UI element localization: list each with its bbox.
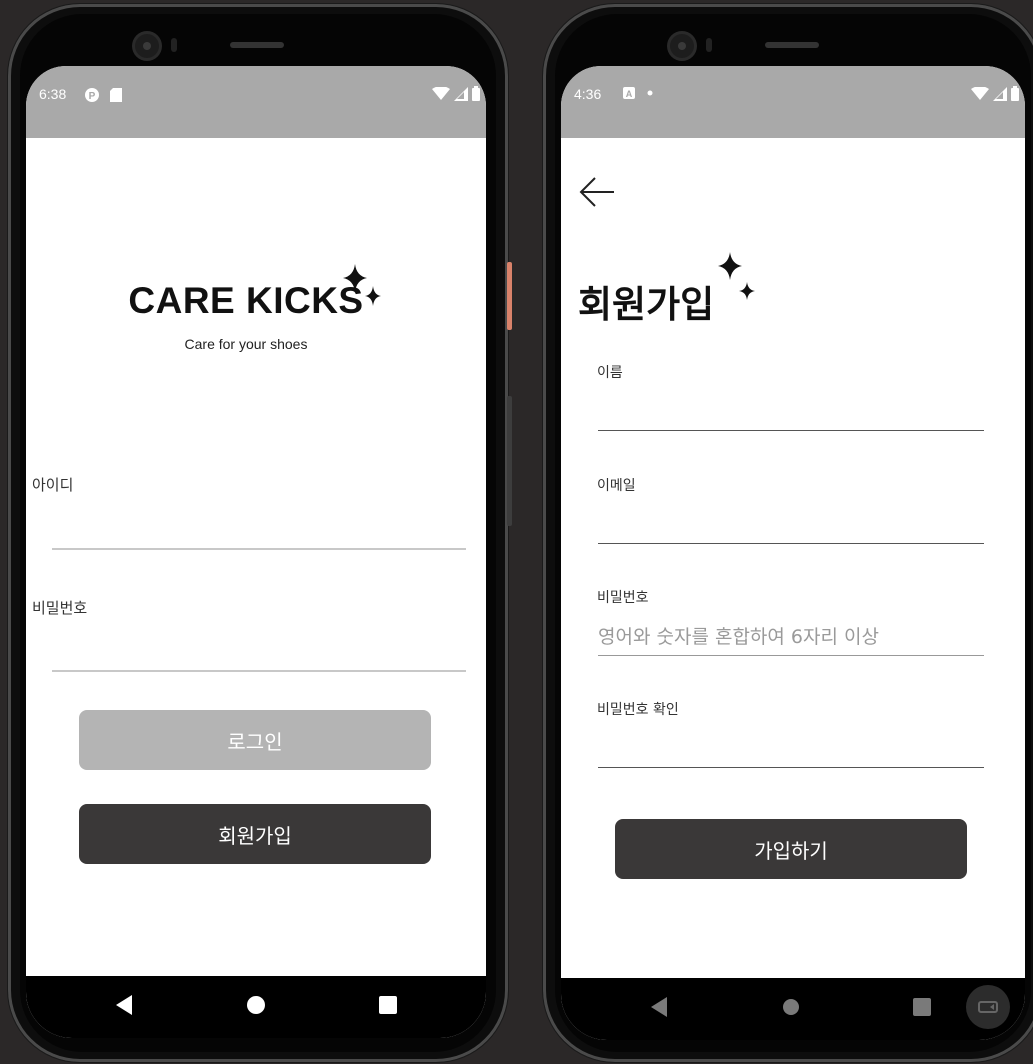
password-input-underline <box>52 670 466 672</box>
signal-icon <box>993 86 1007 101</box>
rotate-button[interactable] <box>966 985 1010 1029</box>
app-notification-icon: P <box>85 88 99 102</box>
notification-icons: A <box>623 87 655 99</box>
navigation-bar <box>561 978 1025 1040</box>
brand-tagline: Care for your shoes <box>184 336 308 352</box>
signup-screen: 4:36 A 회원가입 이름 이메일 비밀번호 영어와 숫자를 혼합하여 6자리… <box>561 66 1025 1040</box>
password-confirm-input-underline <box>598 767 984 768</box>
side-button-accent <box>507 262 512 330</box>
front-camera <box>670 34 694 58</box>
nav-recents-icon[interactable] <box>379 996 397 1014</box>
app-notification-icon: A <box>623 87 635 99</box>
nav-back-icon[interactable] <box>649 996 669 1018</box>
password-label: 비밀번호 <box>597 590 649 606</box>
submit-signup-button[interactable]: 가입하기 <box>615 819 967 879</box>
svg-text:P: P <box>89 91 96 102</box>
password-label: 비밀번호 <box>32 599 88 617</box>
email-input-underline <box>598 543 984 544</box>
name-input-underline <box>598 430 984 431</box>
password-confirm-input[interactable] <box>598 730 984 767</box>
signup-button[interactable]: 회원가입 <box>79 804 431 864</box>
password-input[interactable]: 영어와 숫자를 혼합하여 6자리 이상 <box>598 622 984 654</box>
back-arrow-icon[interactable] <box>578 176 616 208</box>
login-screen: 6:38 P CARE KICKS Care for your shoes 아이… <box>26 66 486 1038</box>
front-camera <box>135 34 159 58</box>
wifi-icon <box>971 86 989 100</box>
nav-back-icon[interactable] <box>114 994 134 1016</box>
name-label: 이름 <box>597 365 623 381</box>
battery-icon <box>1011 86 1019 101</box>
brand-name: CARE KICKS <box>128 280 364 321</box>
password-input-underline <box>598 655 984 656</box>
earpiece-speaker <box>230 42 284 48</box>
phone-frame-login: 6:38 P CARE KICKS Care for your shoes 아이… <box>8 4 512 1062</box>
earpiece-speaker <box>765 42 819 48</box>
brand-logo: CARE KICKS <box>26 280 466 322</box>
signal-icon <box>454 86 468 101</box>
name-input[interactable] <box>598 392 984 430</box>
sensor <box>171 38 177 52</box>
password-placeholder: 영어와 숫자를 혼합하여 6자리 이상 <box>598 626 879 648</box>
password-confirm-label: 비밀번호 확인 <box>597 702 679 718</box>
sd-card-icon <box>110 88 122 102</box>
status-time: 4:36 <box>574 86 602 102</box>
id-label: 아이디 <box>32 476 74 494</box>
nav-recents-icon[interactable] <box>913 998 931 1016</box>
status-time: 6:38 <box>39 86 67 102</box>
status-bar: 4:36 A <box>561 66 1025 138</box>
svg-text:A: A <box>626 89 633 99</box>
email-label: 이메일 <box>597 478 636 494</box>
id-input-underline <box>52 548 466 550</box>
system-status-icons <box>971 86 1019 101</box>
navigation-bar <box>26 976 486 1038</box>
sparkle-icon <box>343 264 381 306</box>
dot-icon <box>647 90 653 96</box>
id-input[interactable] <box>52 506 466 548</box>
wifi-icon <box>432 86 450 100</box>
page-title: 회원가입 <box>578 283 715 326</box>
nav-home-icon[interactable] <box>782 998 800 1016</box>
nav-home-icon[interactable] <box>247 996 265 1014</box>
login-button[interactable]: 로그인 <box>79 710 431 770</box>
email-input[interactable] <box>598 506 984 543</box>
notification-icons: P <box>84 87 122 103</box>
rotate-icon <box>978 1001 998 1013</box>
battery-icon <box>472 86 480 101</box>
sensor <box>706 38 712 52</box>
sparkle-icon <box>718 252 755 300</box>
side-button-volume <box>507 396 512 526</box>
password-input[interactable] <box>52 626 466 670</box>
phone-frame-signup: 4:36 A 회원가입 이름 이메일 비밀번호 영어와 숫자를 혼합하여 6자리… <box>543 4 1033 1062</box>
system-status-icons <box>432 86 480 101</box>
status-bar: 6:38 P <box>26 66 486 138</box>
